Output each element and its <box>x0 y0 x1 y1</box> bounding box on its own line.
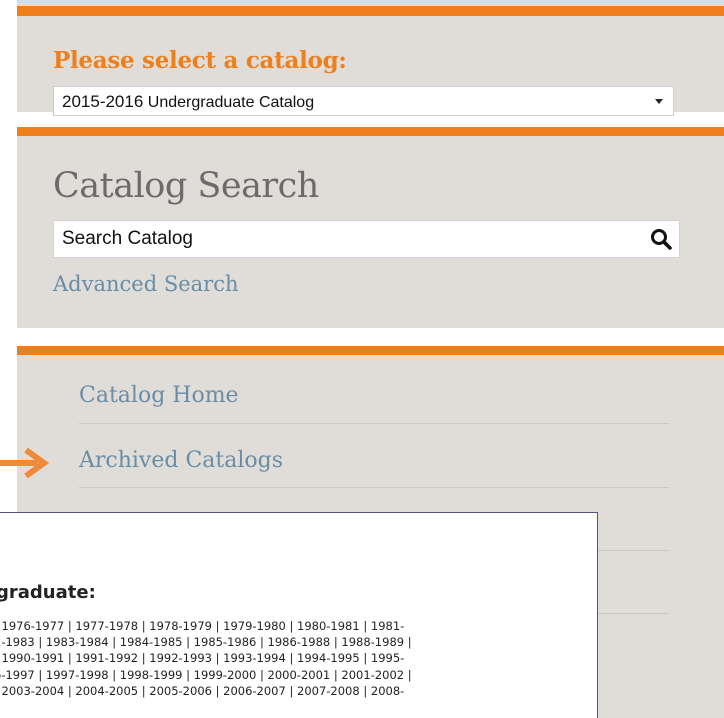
catalog-dropdown-value: 2015-2016 Undergraduate Catalog <box>62 92 314 112</box>
chevron-down-icon[interactable] <box>655 99 663 104</box>
arrow-right-icon <box>0 447 50 479</box>
popup-heading: graduate: <box>0 582 96 603</box>
search-icon[interactable] <box>649 227 673 251</box>
nav-divider <box>79 487 669 488</box>
archive-year-line[interactable]: | 2003-2004 | 2004-2005 | 2005-2006 | 20… <box>0 684 404 698</box>
advanced-search-link[interactable]: Advanced Search <box>53 272 238 296</box>
accent-bar <box>17 6 724 16</box>
archive-year-line[interactable]: | 1990-1991 | 1991-1992 | 1992-1993 | 19… <box>0 651 404 665</box>
search-input[interactable] <box>54 221 650 257</box>
archive-year-line[interactable]: | 1976-1977 | 1977-1978 | 1978-1979 | 19… <box>0 619 404 633</box>
catalog-select-heading: Please select a catalog: <box>53 47 347 74</box>
catalog-dropdown[interactable]: 2015-2016 Undergraduate Catalog <box>53 86 674 116</box>
archive-year-line[interactable]: 6-1997 | 1997-1998 | 1998-1999 | 1999-20… <box>0 668 412 682</box>
archived-catalogs-popup: graduate: | 1976-1977 | 1977-1978 | 1978… <box>0 512 598 718</box>
archive-year-line[interactable]: 2-1983 | 1983-1984 | 1984-1985 | 1985-19… <box>0 635 412 649</box>
search-box <box>53 220 680 258</box>
catalog-search-heading: Catalog Search <box>53 166 319 206</box>
accent-bar <box>17 127 724 136</box>
catalog-name: Undergraduate Catalog <box>143 94 315 111</box>
accent-bar <box>17 346 724 355</box>
nav-divider <box>79 423 669 424</box>
nav-item-catalog-home[interactable]: Catalog Home <box>79 383 239 408</box>
nav-item-archived-catalogs[interactable]: Archived Catalogs <box>79 448 283 473</box>
catalog-year: 2015-2016 <box>62 92 144 111</box>
